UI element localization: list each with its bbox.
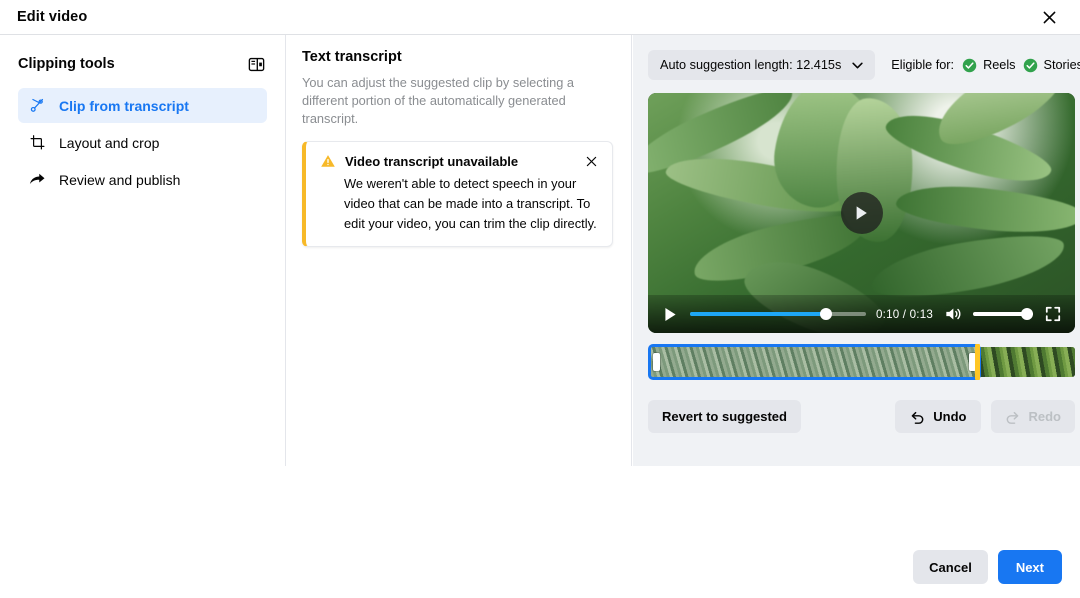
edit-actions: Revert to suggested Undo Redo [648, 400, 1075, 433]
warning-triangle-icon-glyph [321, 155, 335, 168]
volume-slider[interactable] [973, 307, 1033, 321]
sidebar-item-layout-and-crop[interactable]: Layout and crop [18, 125, 267, 160]
alert-title: Video transcript unavailable [345, 154, 519, 170]
dialog-footer: Cancel Next [0, 536, 1080, 598]
chevron-down-icon [852, 62, 863, 68]
undo-arrow-icon [911, 411, 924, 424]
undo-redo-group: Undo Redo [895, 400, 1075, 433]
eligibility-stories: Stories [1023, 58, 1080, 73]
timeline-track[interactable] [648, 344, 1075, 380]
scissors-icon [28, 97, 46, 115]
sidebar-item-label: Clip from transcript [59, 97, 189, 114]
undo-label: Undo [933, 409, 967, 424]
play-overlay-button[interactable] [840, 192, 883, 234]
auto-suggestion-length-dropdown[interactable]: Auto suggestion length: 12.415s [648, 50, 876, 80]
eligible-for-label: Eligible for: [891, 58, 955, 72]
fullscreen-button[interactable] [1043, 304, 1063, 324]
sidebar-item-review-and-publish[interactable]: Review and publish [18, 162, 267, 197]
dialog-body: Clipping tools Clip from transcript Layo… [0, 35, 1080, 598]
eligibility-reels: Reels [962, 58, 1016, 73]
check-circle-icon [962, 58, 977, 72]
next-button[interactable]: Next [997, 550, 1062, 584]
warning-triangle-icon [320, 153, 336, 169]
video-preview-panel: Auto suggestion length: 12.415s Eligible… [633, 35, 1080, 466]
text-transcript-panel: Text transcript You can adjust the sugge… [287, 35, 632, 466]
revert-to-suggested-button[interactable]: Revert to suggested [648, 400, 801, 433]
fullscreen-icon [1045, 306, 1061, 322]
share-arrow-icon [28, 171, 46, 189]
sidebar-item-label: Layout and crop [59, 134, 160, 151]
clip-timeline[interactable] [648, 344, 1075, 380]
sidebar-title: Clipping tools [18, 56, 115, 72]
volume-button[interactable] [943, 304, 963, 324]
timeline-playhead[interactable] [975, 344, 981, 380]
video-progress-slider[interactable] [690, 307, 866, 321]
redo-label: Redo [1028, 409, 1062, 424]
transcript-description: You can adjust the suggested clip by sel… [302, 75, 575, 127]
progress-knob[interactable] [819, 308, 832, 320]
sidebar-header: Clipping tools [18, 49, 267, 79]
share-arrow-icon-glyph [29, 173, 45, 184]
redo-arrow-icon [1006, 411, 1018, 424]
transcript-title: Text transcript [302, 49, 402, 65]
close-icon-glyph [1043, 11, 1055, 23]
volume-icon [946, 308, 961, 320]
auto-suggestion-length-label: Auto suggestion length: 12.415s [660, 58, 842, 72]
page-title: Edit video [17, 9, 88, 25]
alert-close-icon-glyph [586, 157, 597, 167]
panel-toggle-icon[interactable] [245, 53, 267, 75]
timeline-handle-left[interactable] [653, 353, 660, 371]
eligibility-label: Stories [1043, 58, 1080, 72]
dialog-header: Edit video [0, 0, 1080, 35]
edit-video-dialog: Edit video Clipping tools Clip from tran… [0, 0, 1080, 598]
timeline-filmstrip [648, 347, 1075, 377]
video-player[interactable]: 0:10 / 0:13 [648, 93, 1075, 333]
cancel-button[interactable]: Cancel [913, 550, 988, 584]
progress-fill [690, 312, 826, 316]
play-button[interactable] [660, 304, 680, 324]
eligibility-label: Reels [983, 58, 1016, 72]
panel-toggle-icon-glyph [248, 57, 264, 71]
close-icon[interactable] [1034, 2, 1064, 32]
scissors-icon-glyph [30, 98, 43, 112]
transcript-unavailable-alert: Video transcript unavailable We weren't … [302, 141, 613, 248]
filmstrip-segment [981, 347, 1075, 377]
undo-button[interactable]: Undo [895, 400, 981, 433]
eligibility-group: Eligible for: Reels Stories [891, 58, 1080, 73]
sidebar-item-label: Review and publish [59, 171, 181, 188]
alert-close-icon[interactable] [583, 153, 600, 170]
crop-icon-glyph [30, 135, 44, 150]
video-controls: 0:10 / 0:13 [648, 295, 1075, 333]
crop-icon [28, 134, 46, 152]
check-circle-icon [1023, 58, 1037, 72]
sidebar-item-clip-from-transcript[interactable]: Clip from transcript [18, 88, 267, 123]
redo-button[interactable]: Redo [990, 400, 1075, 433]
alert-body: We weren't able to detect speech in your… [344, 176, 597, 231]
filmstrip-segment [648, 347, 982, 377]
time-display: 0:10 / 0:13 [876, 307, 933, 321]
volume-knob[interactable] [1021, 308, 1033, 320]
clipping-tools-sidebar: Clipping tools Clip from transcript Layo… [0, 35, 286, 466]
preview-toolbar: Auto suggestion length: 12.415s Eligible… [648, 49, 1080, 81]
alert-header: Video transcript unavailable [320, 153, 600, 170]
play-icon [664, 307, 676, 321]
play-icon [856, 206, 867, 220]
